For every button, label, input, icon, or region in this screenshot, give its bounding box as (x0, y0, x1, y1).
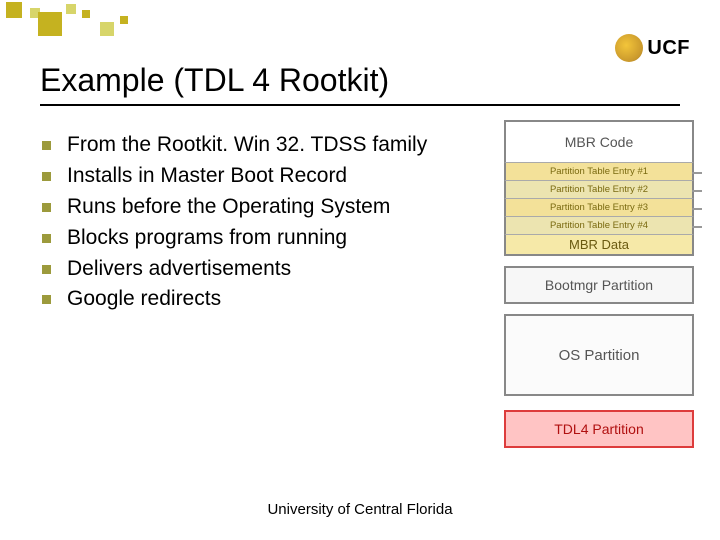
mbr-code-box: MBR Code (504, 120, 694, 162)
bullet-text: Blocks programs from running (67, 225, 462, 252)
bullet-list: From the Rootkit. Win 32. TDSS family In… (42, 132, 462, 317)
list-item: Installs in Master Boot Record (42, 163, 462, 190)
bullet-text: From the Rootkit. Win 32. TDSS family (67, 132, 462, 159)
os-partition-box: OS Partition (504, 314, 694, 396)
bullet-icon (42, 141, 51, 150)
bullet-text: Google redirects (67, 286, 462, 313)
disk-layout-diagram: MBR Code Partition Table Entry #1 Partit… (504, 120, 694, 448)
bullet-icon (42, 234, 51, 243)
bullet-text: Runs before the Operating System (67, 194, 462, 221)
list-item: Delivers advertisements (42, 256, 462, 283)
list-item: Blocks programs from running (42, 225, 462, 252)
partition-table-entry: Partition Table Entry #3 (504, 198, 694, 216)
title-underline (40, 104, 680, 106)
bootmgr-partition-box: Bootmgr Partition (504, 266, 694, 304)
bullet-icon (42, 172, 51, 181)
bullet-text: Delivers advertisements (67, 256, 462, 283)
ucf-seal-icon (615, 34, 643, 62)
list-item: Google redirects (42, 286, 462, 313)
bullet-text: Installs in Master Boot Record (67, 163, 462, 190)
partition-table-entry: Partition Table Entry #1 (504, 162, 694, 180)
list-item: From the Rootkit. Win 32. TDSS family (42, 132, 462, 159)
slide-title: Example (TDL 4 Rootkit) (40, 62, 389, 99)
list-item: Runs before the Operating System (42, 194, 462, 221)
tdl4-partition-box: TDL4 Partition (504, 410, 694, 448)
ucf-logo: UCF (615, 34, 690, 62)
bullet-icon (42, 203, 51, 212)
bullet-icon (42, 295, 51, 304)
slide-footer: University of Central Florida (0, 501, 720, 518)
bullet-icon (42, 265, 51, 274)
corner-decoration (0, 0, 200, 40)
mbr-data-box: MBR Data (504, 234, 694, 256)
partition-table-entry: Partition Table Entry #4 (504, 216, 694, 234)
partition-table-entry: Partition Table Entry #2 (504, 180, 694, 198)
ucf-logo-text: UCF (647, 37, 690, 60)
